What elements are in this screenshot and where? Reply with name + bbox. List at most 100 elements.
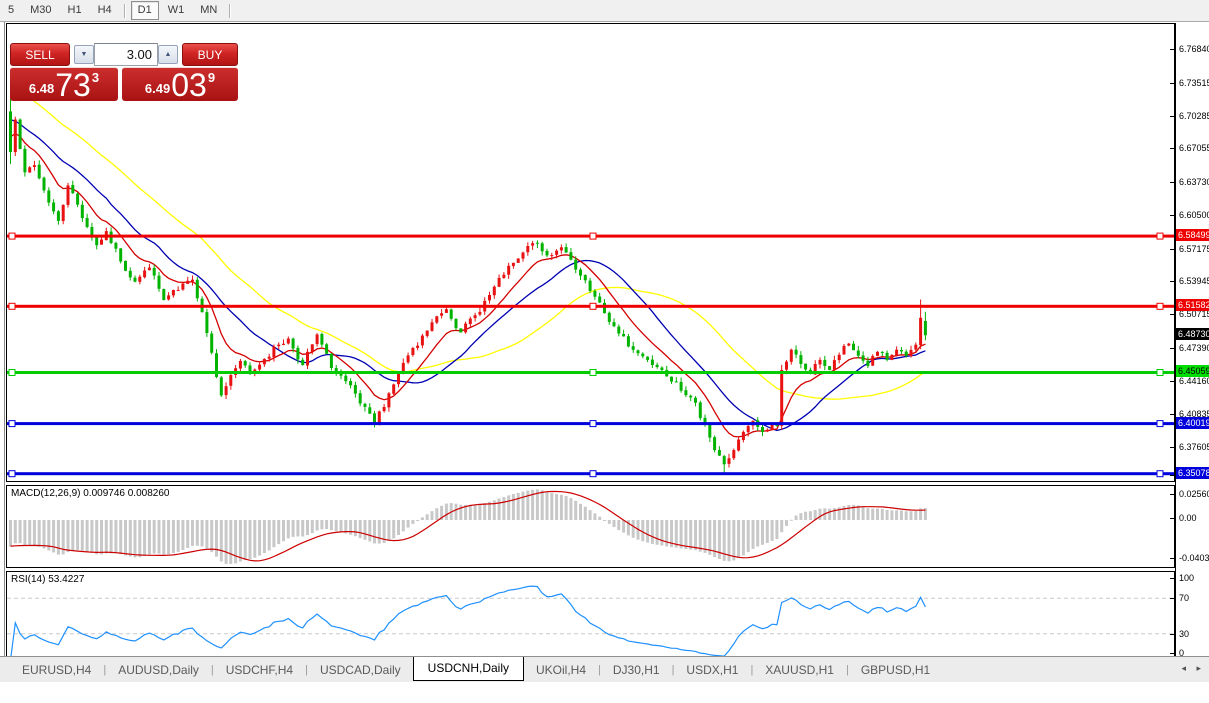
macd-label: MACD(12,26,9) 0.009746 0.008260	[11, 488, 169, 499]
line-handle[interactable]	[590, 421, 596, 427]
rsi-tick	[1170, 598, 1175, 599]
rsi-tick	[1170, 578, 1175, 579]
volume-increase-button[interactable]: ▲	[158, 45, 178, 64]
line-price-badge: 6.40019	[1176, 417, 1209, 429]
sell-button[interactable]: SELL	[10, 43, 70, 66]
price-tick	[1170, 148, 1175, 149]
line-handle[interactable]	[590, 370, 596, 376]
macd-tick	[1170, 558, 1175, 559]
tab-xauusd[interactable]: XAUUSD,H1	[753, 660, 846, 680]
volume-input[interactable]	[94, 43, 158, 66]
tab-usdcnh[interactable]: USDCNH,Daily	[413, 657, 524, 681]
ma-line-mid	[11, 120, 926, 431]
price-tick	[1170, 249, 1175, 250]
line-handle[interactable]	[1157, 233, 1163, 239]
line-handle[interactable]	[9, 421, 15, 427]
line-handle[interactable]	[1157, 303, 1163, 309]
price-tick	[1170, 475, 1175, 476]
price-tick	[1170, 116, 1175, 117]
line-handle[interactable]	[590, 471, 596, 477]
tab-usdcad[interactable]: USDCAD,Daily	[308, 660, 413, 680]
buy-price-display[interactable]: 6.49 03 9	[122, 67, 238, 101]
line-handle[interactable]	[1157, 370, 1163, 376]
price-tick-label: 6.60500	[1179, 210, 1209, 220]
line-handle[interactable]	[590, 233, 596, 239]
timeframe-button-d1[interactable]: D1	[131, 1, 159, 20]
price-tick	[1170, 215, 1175, 216]
line-price-badge: 6.45059	[1176, 365, 1209, 377]
tab-dj30[interactable]: DJ30,H1	[601, 660, 672, 680]
sell-price-display[interactable]: 6.48 73 3	[10, 67, 118, 101]
tab-gbpusd[interactable]: GBPUSD,H1	[849, 660, 942, 680]
rsi-line	[11, 586, 926, 658]
ma-line-fast	[11, 134, 926, 437]
macd-pane[interactable]: MACD(12,26,9) 0.009746 0.008260	[6, 485, 1175, 568]
price-tick-label: 6.53945	[1179, 276, 1209, 286]
tab-usdx[interactable]: USDX,H1	[674, 660, 750, 680]
tab-audusd[interactable]: AUDUSD,Daily	[106, 660, 211, 680]
timeframe-button-m30[interactable]: M30	[23, 1, 58, 20]
price-axis[interactable]: 6.768406.735156.702856.670556.637306.605…	[1175, 23, 1209, 659]
timeframe-button-h1[interactable]: H1	[61, 1, 89, 20]
line-handle[interactable]	[9, 303, 15, 309]
rsi-tick	[1170, 634, 1175, 635]
price-tick	[1170, 281, 1175, 282]
tab-eurusd[interactable]: EURUSD,H4	[10, 660, 103, 680]
tab-ukoil[interactable]: UKOil,H4	[524, 660, 598, 680]
buy-price-pips: 03	[171, 71, 207, 99]
caret-up-icon: ▲	[165, 51, 172, 58]
ma-line-slow	[11, 85, 926, 399]
macd-axis-label: 0.025609	[1179, 489, 1209, 499]
line-handle[interactable]	[1157, 471, 1163, 477]
toolbar-separator	[124, 4, 126, 18]
price-tick-label: 6.67055	[1179, 143, 1209, 153]
rsi-chart	[7, 572, 1174, 658]
tab-scroll-arrows[interactable]: ◂ ▸	[1181, 663, 1205, 674]
sell-price-pips: 73	[55, 71, 91, 99]
one-click-trading-panel: SELL ▼ ▲ BUY 6.48 73 3 6.49 03 9	[10, 41, 238, 101]
macd-signal-line	[11, 492, 926, 561]
line-price-badge: 6.51582	[1176, 299, 1209, 311]
rsi-tick	[1170, 653, 1175, 654]
price-tick-label: 6.76840	[1179, 44, 1209, 54]
chart-window: ▲USDCNH,Daily6.50135 6.51037 6.48235 6.4…	[0, 22, 1209, 703]
line-handle[interactable]	[1157, 421, 1163, 427]
price-tick	[1170, 447, 1175, 448]
tab-usdchf[interactable]: USDCHF,H4	[214, 660, 305, 680]
timeframe-button-h4[interactable]: H4	[91, 1, 119, 20]
line-price-badge: 6.58499	[1176, 229, 1209, 241]
timeframe-toolbar: 5M30H1H4 D1W1MN	[0, 0, 1209, 22]
price-tick-label: 6.73515	[1179, 78, 1209, 88]
mt4-terminal: 5M30H1H4D1W1MN ▲USDCNH,Daily6.50135 6.51…	[0, 0, 1209, 703]
price-tick	[1170, 348, 1175, 349]
window-left-border	[4, 22, 5, 678]
buy-price-point: 9	[208, 70, 215, 85]
price-tick-label: 6.47390	[1179, 343, 1209, 353]
rsi-axis-label: 70	[1179, 593, 1189, 603]
price-tick	[1170, 314, 1175, 315]
rsi-label: RSI(14) 53.4227	[11, 574, 84, 585]
macd-axis-label: 0.00	[1179, 513, 1197, 523]
sell-price-point: 3	[92, 70, 99, 85]
timeframe-button-5[interactable]: 5	[1, 1, 21, 20]
price-tick-label: 6.44160	[1179, 376, 1209, 386]
sell-price-base: 6.48	[29, 81, 54, 96]
current-price-badge: 6.48730	[1176, 328, 1209, 340]
buy-button[interactable]: BUY	[182, 43, 238, 66]
line-price-badge: 6.35078	[1176, 467, 1209, 479]
price-tick-label: 6.63730	[1179, 177, 1209, 187]
line-handle[interactable]	[9, 471, 15, 477]
line-handle[interactable]	[590, 303, 596, 309]
timeframe-button-mn[interactable]: MN	[193, 1, 224, 20]
symbol-tab-bar: EURUSD,H4|AUDUSD,Daily|USDCHF,H4|USDCAD,…	[0, 656, 1209, 682]
macd-chart	[7, 486, 1174, 567]
line-handle[interactable]	[9, 370, 15, 376]
volume-decrease-button[interactable]: ▼	[74, 45, 94, 64]
macd-axis-label: -0.040388	[1179, 553, 1209, 563]
timeframe-button-w1[interactable]: W1	[161, 1, 192, 20]
rsi-pane[interactable]: RSI(14) 53.4227	[6, 571, 1175, 659]
rsi-axis-label: 30	[1179, 629, 1189, 639]
line-handle[interactable]	[9, 233, 15, 239]
toolbar-separator	[229, 4, 231, 18]
price-tick	[1170, 381, 1175, 382]
